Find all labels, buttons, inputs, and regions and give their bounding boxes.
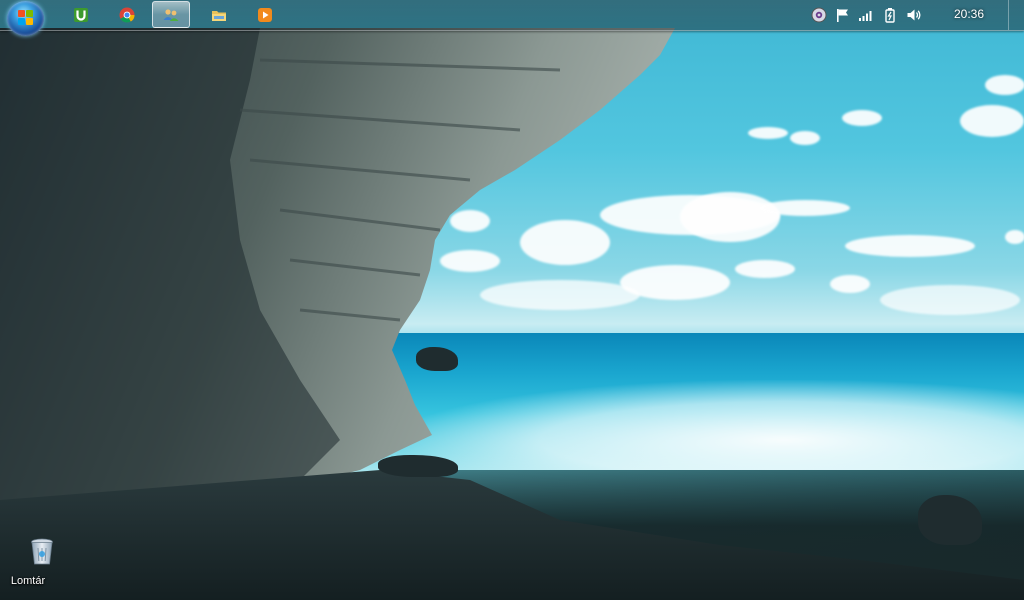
desktop-icon-label: Lomtár xyxy=(10,575,46,587)
volume-icon[interactable] xyxy=(906,7,922,23)
start-button[interactable] xyxy=(7,1,44,36)
show-desktop-button[interactable] xyxy=(1008,0,1024,30)
action-center-flag-icon[interactable] xyxy=(835,7,851,23)
taskbar-media-player-button[interactable] xyxy=(246,1,284,28)
folder-icon xyxy=(212,10,226,21)
wallpaper-cliff xyxy=(0,28,1024,600)
taskbar-chrome-button[interactable] xyxy=(108,1,146,28)
taskbar-utorrent-button[interactable] xyxy=(62,1,100,28)
taskbar-explorer-button[interactable] xyxy=(200,1,238,28)
utorrent-icon xyxy=(74,7,88,22)
steam-icon[interactable] xyxy=(811,7,827,23)
media-player-icon xyxy=(258,7,272,22)
power-icon[interactable] xyxy=(882,7,898,23)
chrome-icon xyxy=(119,7,135,23)
desktop-wallpaper xyxy=(0,0,1024,600)
recycle-bin-icon xyxy=(31,538,53,565)
windows-logo-icon xyxy=(18,10,34,26)
shore-rock xyxy=(378,455,458,477)
desktop-icon-recycle-bin[interactable]: Lomtár xyxy=(2,535,54,593)
users-icon xyxy=(163,8,179,21)
taskbar-user-accounts-button[interactable] xyxy=(152,1,190,28)
network-signal-icon[interactable] xyxy=(858,7,874,23)
sea-rock xyxy=(416,347,458,371)
taskbar-clock[interactable]: 20:36 xyxy=(944,7,994,21)
taskbar: 20:36 xyxy=(0,0,1024,36)
